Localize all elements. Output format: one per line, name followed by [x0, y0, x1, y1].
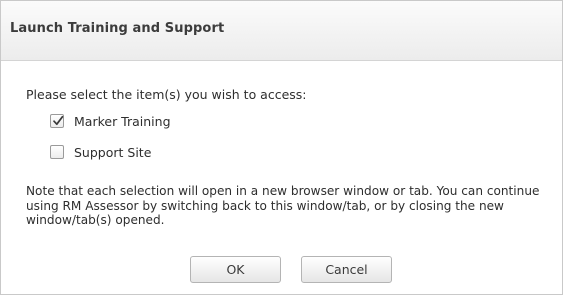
checkmark-icon: [53, 115, 64, 126]
dialog-title: Launch Training and Support: [10, 21, 225, 36]
marker-training-label[interactable]: Marker Training: [74, 114, 171, 129]
cancel-button[interactable]: Cancel: [301, 256, 392, 283]
option-support-site[interactable]: Support Site: [50, 143, 151, 161]
support-site-label[interactable]: Support Site: [74, 145, 151, 160]
new-window-note: Note that each selection will open in a …: [26, 184, 540, 227]
dialog-titlebar: Launch Training and Support: [1, 1, 562, 61]
marker-training-checkbox[interactable]: [50, 114, 64, 128]
support-site-checkbox[interactable]: [50, 145, 64, 159]
launch-training-dialog: Launch Training and Support Please selec…: [0, 0, 563, 295]
ok-button[interactable]: OK: [190, 256, 281, 283]
option-marker-training[interactable]: Marker Training: [50, 112, 171, 130]
selection-prompt: Please select the item(s) you wish to ac…: [26, 87, 307, 102]
